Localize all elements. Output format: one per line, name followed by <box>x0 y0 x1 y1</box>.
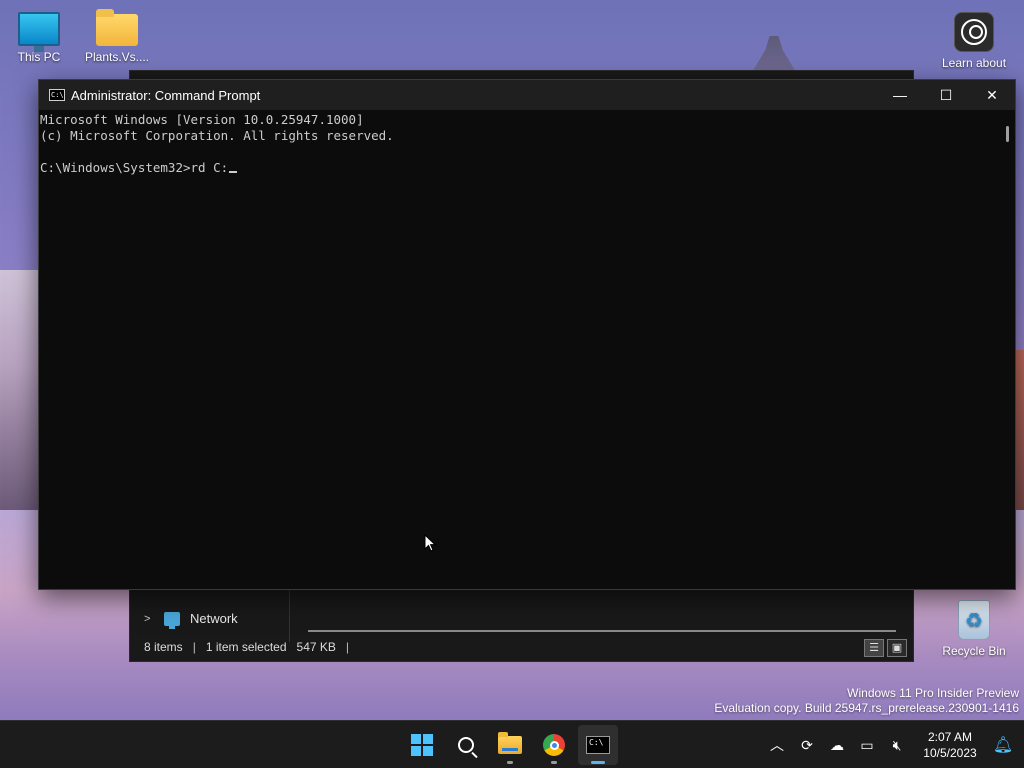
search-icon <box>458 737 474 753</box>
evaluation-watermark: Windows 11 Pro Insider Preview Evaluatio… <box>714 686 1019 716</box>
desktop-icon-label: This PC <box>17 50 61 64</box>
item-count: 8 items <box>144 640 183 654</box>
selection-count: 1 item selected <box>205 640 287 654</box>
watermark-edition: Windows 11 Pro Insider Preview <box>847 686 1019 700</box>
window-controls: — ☐ ✕ <box>877 80 1015 110</box>
taskbar-apps: C:\ <box>402 725 618 765</box>
vertical-scrollbar[interactable] <box>1006 126 1009 142</box>
taskbar-file-explorer[interactable] <box>490 725 530 765</box>
clock-date: 10/5/2023 <box>923 746 977 760</box>
large-icons-view-button[interactable]: ▣ <box>887 639 907 657</box>
sidebar-item-label: Network <box>190 611 238 626</box>
console-prompt-line[interactable]: C:\Windows\System32>rd C: <box>40 160 1015 176</box>
system-tray: ︿ ⟳ ☁ ▭ 🔇︎ 2:07 AM 10/5/2023 🔔︎ <box>762 721 1024 768</box>
maximize-button[interactable]: ☐ <box>923 80 969 110</box>
network-icon <box>164 611 180 629</box>
minimize-button[interactable]: — <box>877 80 923 110</box>
monitor-icon <box>18 12 60 52</box>
horizontal-scrollbar[interactable] <box>308 630 896 632</box>
speaker-muted-icon[interactable]: 🔇︎ <box>882 730 912 760</box>
close-button[interactable]: ✕ <box>969 80 1015 110</box>
sync-icon[interactable]: ⟳ <box>792 730 822 760</box>
recycle-bin-icon: ♻ <box>958 600 990 640</box>
status-separator: | <box>192 640 196 654</box>
wallpaper-buildings-left <box>0 270 40 510</box>
desktop-icon-label: Learn about <box>941 56 1007 70</box>
command-prompt-window[interactable]: C:\ Administrator: Command Prompt — ☐ ✕ … <box>38 79 1016 590</box>
details-view-button[interactable]: ☰ <box>864 639 884 657</box>
window-title: Administrator: Command Prompt <box>71 87 261 103</box>
desktop-icon-recycle-bin[interactable]: ♻ Recycle Bin <box>938 600 1010 658</box>
wallpaper-tower <box>752 36 796 72</box>
windows-logo-icon <box>411 734 433 756</box>
view-switcher: ☰ ▣ <box>864 639 907 657</box>
network-monitor-icon[interactable]: ▭ <box>852 730 882 760</box>
file-explorer-icon <box>498 732 522 754</box>
console-command: C:\Windows\System32>rd C: <box>40 160 229 175</box>
desktop-icon-learn-about[interactable]: Learn about <box>938 12 1010 70</box>
desktop-icon-label: Plants.Vs.... <box>84 50 150 64</box>
search-button[interactable] <box>446 725 486 765</box>
desktop-icon-this-pc[interactable]: This PC <box>3 12 75 64</box>
chevron-up-icon[interactable]: ︿ <box>762 730 792 760</box>
command-prompt-icon: C:\ <box>49 89 65 101</box>
notification-bell-icon[interactable]: 🔔︎ <box>988 730 1018 760</box>
taskbar-chrome[interactable] <box>534 725 574 765</box>
taskbar: C:\ ︿ ⟳ ☁ ▭ 🔇︎ 2:07 AM 10/5/2023 🔔︎ <box>0 720 1024 768</box>
running-indicator <box>507 761 513 764</box>
title-bar[interactable]: C:\ Administrator: Command Prompt — ☐ ✕ <box>39 80 1015 110</box>
watermark-build: Evaluation copy. Build 25947.rs_prerelea… <box>714 701 1019 715</box>
folder-icon <box>96 9 138 46</box>
console-line: ​ <box>40 144 1015 160</box>
clock-time: 2:07 AM <box>927 730 973 744</box>
learn-about-icon <box>954 12 994 52</box>
start-button[interactable] <box>402 725 442 765</box>
text-cursor <box>229 171 238 173</box>
taskbar-command-prompt[interactable]: C:\ <box>578 725 618 765</box>
running-indicator <box>551 761 557 764</box>
desktop-icon-label: Recycle Bin <box>942 644 1006 658</box>
onedrive-icon[interactable]: ☁ <box>822 730 852 760</box>
sidebar-item-network[interactable]: > Network <box>144 611 238 629</box>
terminal-icon: C:\ <box>586 736 610 754</box>
chrome-icon <box>543 734 565 756</box>
status-separator: | <box>345 640 350 654</box>
selection-size: 547 KB <box>296 640 336 654</box>
chevron-right-icon[interactable]: > <box>144 613 154 625</box>
clock[interactable]: 2:07 AM 10/5/2023 <box>914 729 986 761</box>
console-output[interactable]: Microsoft Windows [Version 10.0.25947.10… <box>39 110 1015 176</box>
desktop-icon-plants-vs[interactable]: Plants.Vs.... <box>81 9 153 64</box>
mouse-pointer-icon <box>424 534 436 552</box>
status-bar: 8 items | 1 item selected 547 KB | <box>130 633 913 661</box>
active-indicator <box>591 761 605 764</box>
console-line: Microsoft Windows [Version 10.0.25947.10… <box>40 112 364 127</box>
console-line: (c) Microsoft Corporation. All rights re… <box>40 128 394 143</box>
